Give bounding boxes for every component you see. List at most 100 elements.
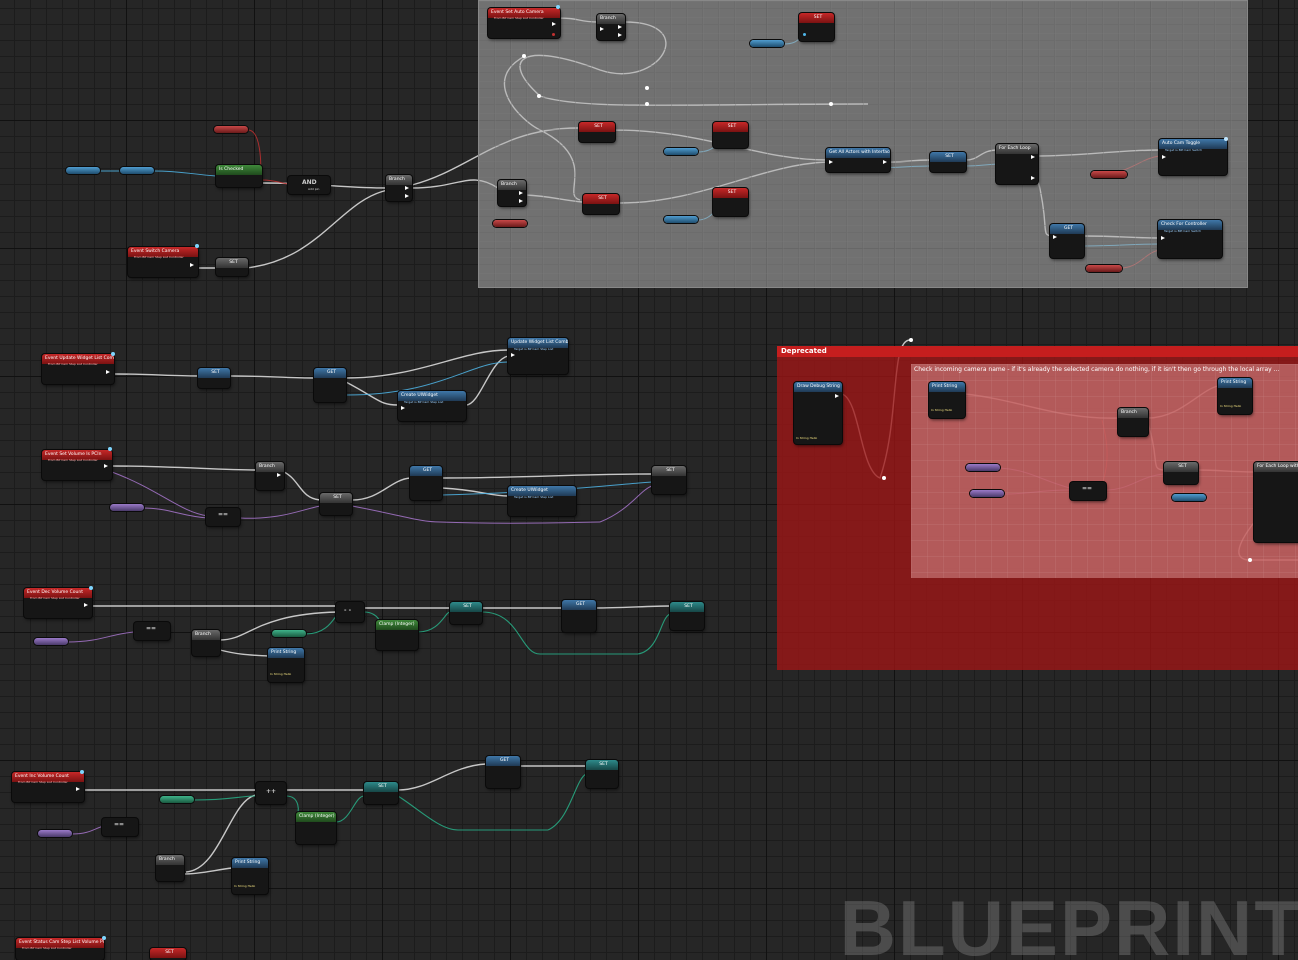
reroute-knot[interactable] bbox=[522, 54, 526, 58]
loop-body-pin[interactable] bbox=[1031, 155, 1035, 159]
node-clamp-dec[interactable]: Clamp (Integer) bbox=[376, 620, 418, 650]
exec-out-pin[interactable] bbox=[106, 370, 110, 374]
variable-getter[interactable] bbox=[664, 216, 698, 223]
node-set-inc-end[interactable]: SET bbox=[586, 760, 618, 788]
node-get-inc[interactable]: GET bbox=[486, 756, 520, 788]
node-set-vol[interactable]: SET bbox=[320, 493, 352, 515]
exec-true-pin[interactable] bbox=[618, 25, 622, 29]
node-event-inc-volume-count[interactable]: Event Inc Volume Count From BP Cam Step … bbox=[12, 772, 84, 802]
variable-getter[interactable] bbox=[160, 796, 194, 803]
node-get-all-actors-with-interface[interactable]: Get All Actors with Interface bbox=[826, 148, 890, 172]
node-for-each-loop[interactable]: For Each Loop bbox=[996, 144, 1038, 184]
in-string-field[interactable]: In String Hello bbox=[234, 884, 255, 888]
reroute-knot[interactable] bbox=[909, 338, 913, 342]
variable-getter[interactable] bbox=[272, 630, 306, 637]
node-event-update-widget-list-combo[interactable]: Event Update Widget List Combo From BP C… bbox=[42, 354, 114, 384]
variable-getter[interactable] bbox=[664, 148, 698, 155]
variable-getter[interactable] bbox=[493, 220, 527, 227]
exec-out-pin[interactable] bbox=[104, 464, 108, 468]
variable-getter[interactable] bbox=[38, 830, 72, 837]
in-string-field[interactable]: In String Hello bbox=[1220, 404, 1241, 408]
node-event-switch-camera[interactable]: Event Switch Camera From BP Cam Step Lis… bbox=[128, 247, 198, 277]
node-branch-gray-left[interactable]: Branch bbox=[498, 180, 526, 206]
node-set-status[interactable]: SET bbox=[150, 948, 186, 960]
comment-gray-group[interactable] bbox=[478, 0, 1248, 288]
node-event-set-auto-camera[interactable]: Event Set Auto Camera From BP Cam Step L… bbox=[488, 8, 560, 38]
node-set-mid4[interactable]: SET bbox=[713, 188, 748, 216]
exec-false-pin[interactable] bbox=[519, 199, 523, 203]
node-clamp-inc[interactable]: Clamp (Integer) bbox=[296, 812, 336, 844]
node-branch-vol[interactable]: Branch bbox=[256, 462, 284, 490]
variable-getter[interactable] bbox=[966, 464, 1000, 471]
add-pin-button[interactable]: Add pin bbox=[308, 187, 319, 191]
exec-out-pin[interactable] bbox=[190, 263, 194, 267]
node-get-dec[interactable]: GET bbox=[562, 600, 596, 632]
node-is-checked[interactable]: Is Checked bbox=[216, 165, 262, 187]
exec-out-pin[interactable] bbox=[76, 787, 80, 791]
node-auto-cam-toggle[interactable]: Auto Cam Toggle Target is BPI Cam Switch bbox=[1159, 139, 1227, 175]
node-set-switch[interactable]: SET bbox=[216, 258, 248, 276]
variable-getter[interactable] bbox=[120, 167, 154, 174]
node-set-update[interactable]: SET bbox=[198, 368, 230, 388]
node-for-each-loop-with-break[interactable]: For Each Loop with Break bbox=[1254, 462, 1298, 542]
node-print-dep[interactable]: Print String In String Hello bbox=[929, 382, 965, 418]
node-set-mid2[interactable]: SET bbox=[713, 122, 748, 148]
variable-getter[interactable] bbox=[1086, 265, 1122, 272]
variable-getter[interactable] bbox=[66, 167, 100, 174]
node-set-dep[interactable]: SET bbox=[1164, 462, 1198, 484]
variable-getter[interactable] bbox=[214, 126, 248, 133]
reroute-knot[interactable] bbox=[537, 94, 541, 98]
variable-getter[interactable] bbox=[750, 40, 784, 47]
node-branch-dep[interactable]: Branch bbox=[1118, 408, 1148, 436]
node-set-dec-a[interactable]: SET bbox=[450, 602, 482, 624]
pin[interactable] bbox=[803, 33, 806, 36]
exec-in-pin[interactable] bbox=[511, 353, 515, 357]
node-event-dec-volume-count[interactable]: Event Dec Volume Count From BP Cam Step … bbox=[24, 588, 92, 618]
node-print-dec[interactable]: Print String In String Hello bbox=[268, 648, 304, 682]
in-string-field[interactable]: In String Hello bbox=[796, 436, 817, 440]
node-branch-top[interactable]: Branch bbox=[597, 14, 625, 40]
exec-out-pin[interactable] bbox=[84, 603, 88, 607]
node-equals-dec[interactable]: == bbox=[134, 622, 170, 640]
node-check-for-controller[interactable]: Check For Controller Target is BPI Cam S… bbox=[1158, 220, 1222, 258]
exec-out-pin[interactable] bbox=[552, 22, 556, 26]
reroute-knot[interactable] bbox=[645, 102, 649, 106]
completed-pin[interactable] bbox=[1031, 176, 1035, 180]
in-string-field[interactable]: In String Hello bbox=[931, 408, 952, 412]
node-get-update[interactable]: GET bbox=[314, 368, 346, 402]
node-update-widget-list-combo[interactable]: Update Widget List Combo Target is BP Ca… bbox=[508, 338, 568, 374]
node-set-dec-end[interactable]: SET bbox=[670, 602, 704, 630]
node-event-status-cam-step[interactable]: Event Status Cam Step List Volume Presen… bbox=[16, 938, 104, 960]
bool-out-pin[interactable] bbox=[552, 33, 555, 36]
reroute-knot[interactable] bbox=[882, 476, 886, 480]
variable-getter[interactable] bbox=[1172, 494, 1206, 501]
reroute-knot[interactable] bbox=[1248, 558, 1252, 562]
node-set-inc[interactable]: SET bbox=[364, 782, 398, 804]
variable-getter[interactable] bbox=[1091, 171, 1127, 178]
variable-getter[interactable] bbox=[110, 504, 144, 511]
node-set-top1[interactable]: SET bbox=[799, 13, 834, 41]
node-get-vol[interactable]: GET bbox=[410, 466, 442, 500]
node-plus-plus[interactable]: ++ bbox=[256, 782, 286, 804]
node-create-widget-1[interactable]: Create UIWidget Target is BP Cam Step Li… bbox=[398, 391, 466, 421]
node-set-mid1[interactable]: SET bbox=[579, 122, 615, 142]
exec-in-pin[interactable] bbox=[829, 160, 833, 164]
exec-in-pin[interactable] bbox=[1053, 235, 1057, 239]
node-create-widget-2[interactable]: Create UIWidget Target is BP Cam Step Li… bbox=[508, 486, 576, 516]
node-minus-minus[interactable]: - - bbox=[336, 602, 364, 622]
variable-getter[interactable] bbox=[34, 638, 68, 645]
node-set-after-actors[interactable]: SET bbox=[930, 152, 966, 172]
node-equals-dep[interactable]: == bbox=[1070, 482, 1106, 500]
variable-getter[interactable] bbox=[970, 490, 1004, 497]
exec-false-pin[interactable] bbox=[405, 194, 409, 198]
exec-true-pin[interactable] bbox=[519, 191, 523, 195]
node-and[interactable]: AND Add pin bbox=[288, 176, 330, 194]
node-print-dep2[interactable]: Print String In String Hello bbox=[1218, 378, 1252, 414]
exec-out-pin[interactable] bbox=[883, 160, 887, 164]
exec-in-pin[interactable] bbox=[1162, 155, 1166, 159]
node-draw-debug-string[interactable]: Draw Debug String In String Hello bbox=[794, 382, 842, 444]
reroute-knot[interactable] bbox=[645, 86, 649, 90]
exec-false-pin[interactable] bbox=[618, 33, 622, 37]
node-print-inc[interactable]: Print String In String Hello bbox=[232, 858, 268, 894]
exec-true-pin[interactable] bbox=[405, 186, 409, 190]
